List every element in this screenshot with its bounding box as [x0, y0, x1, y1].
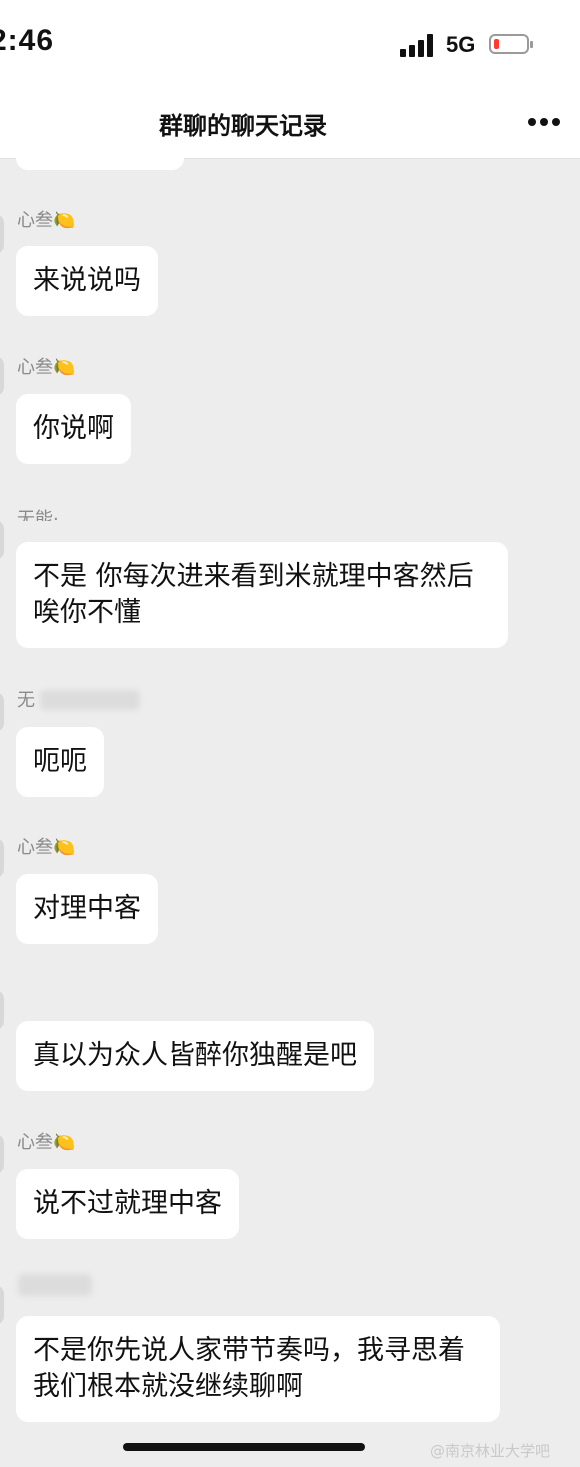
- sender-name: 心叁🍋: [17, 357, 76, 378]
- sender-name: 心叁🍋: [17, 1132, 76, 1153]
- watermark: @南京林业大学吧: [430, 1442, 551, 1460]
- message-bubble[interactable]: 不是 你每次进来看到米就理中客然后唉你不懂: [16, 542, 508, 648]
- message-bubble[interactable]: 你说啊: [16, 394, 131, 464]
- message-bubble[interactable]: 不是你先说人家带节奏吗，我寻思着我们根本就没继续聊啊: [16, 1316, 500, 1422]
- blurred-name: [18, 1274, 92, 1296]
- sender-name: 无能·: [17, 509, 59, 521]
- blurred-name: [40, 690, 140, 710]
- avatar[interactable]: [0, 214, 4, 254]
- message-bubble[interactable]: 来说说吗: [16, 246, 158, 316]
- sender-name: 心叁🍋: [17, 210, 76, 231]
- message-bubble[interactable]: 对理中客: [16, 874, 158, 944]
- status-time: 2:46: [0, 24, 55, 57]
- avatar[interactable]: [0, 1134, 4, 1174]
- avatar[interactable]: [0, 356, 4, 396]
- partial-bubble: [16, 150, 184, 170]
- home-indicator[interactable]: [123, 1443, 365, 1451]
- avatar[interactable]: [0, 1285, 4, 1325]
- message-bubble[interactable]: 真以为众人皆醉你独醒是吧: [16, 1021, 374, 1091]
- page-title: 群聊的聊天记录: [159, 112, 327, 140]
- message-bubble[interactable]: 呃呃: [16, 727, 104, 797]
- more-dots-icon[interactable]: [524, 118, 564, 130]
- battery-icon: [489, 34, 533, 54]
- avatar[interactable]: [0, 692, 4, 732]
- sender-name: 无: [17, 690, 35, 711]
- nav-bar: 群聊的聊天记录: [0, 90, 580, 159]
- avatar[interactable]: [0, 838, 4, 878]
- avatar[interactable]: [0, 990, 4, 1030]
- signal-icon: [400, 33, 436, 57]
- battery-level: [494, 39, 499, 49]
- sender-name: 心叁🍋: [17, 837, 76, 858]
- message-bubble[interactable]: 说不过就理中客: [16, 1169, 239, 1239]
- avatar[interactable]: [0, 520, 4, 560]
- network-type: 5G: [446, 32, 476, 57]
- status-bar: 2:46 5G: [0, 0, 580, 90]
